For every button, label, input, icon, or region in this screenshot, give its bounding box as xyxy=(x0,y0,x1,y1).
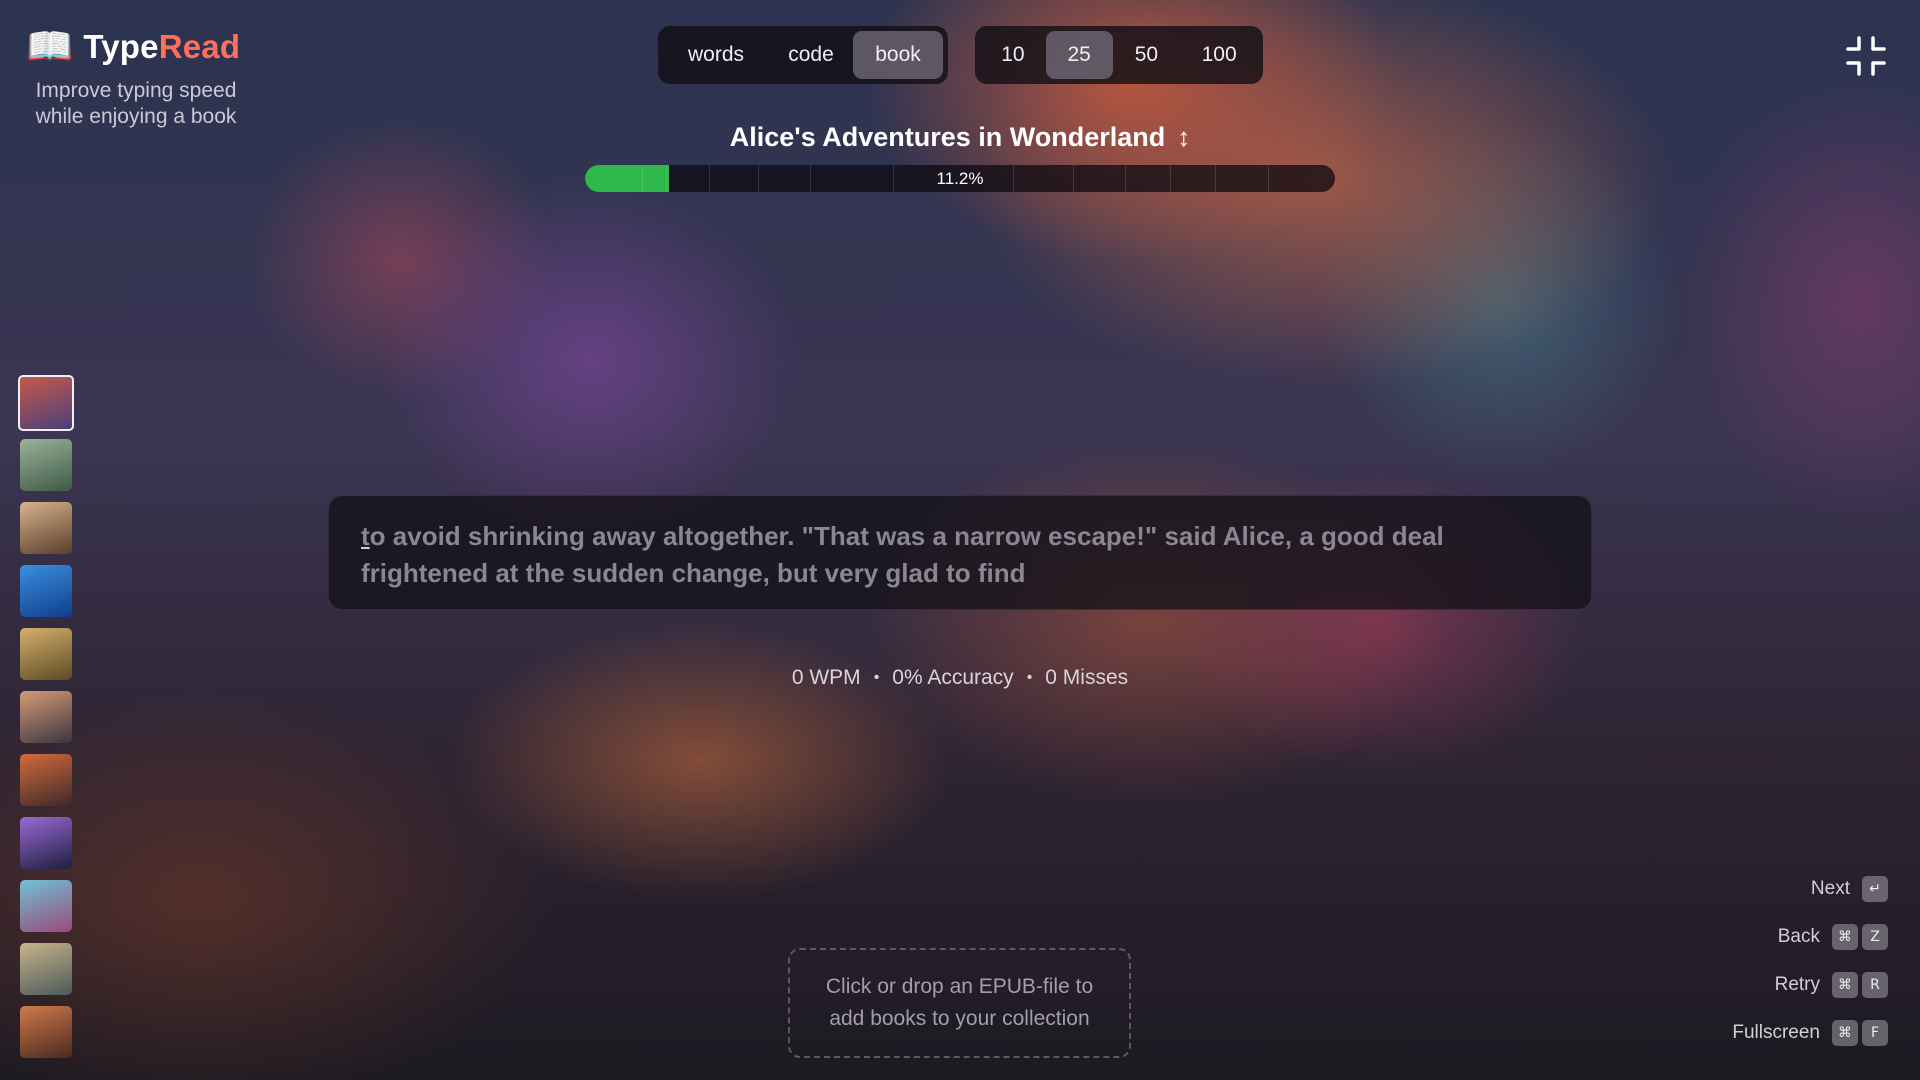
keyboard-shortcuts: Next ↵ Back ⌘ Z Retry ⌘ R Fullscreen ⌘ F xyxy=(1732,876,1888,1068)
shortcut-label: Next xyxy=(1810,878,1850,899)
background-thumbnail[interactable] xyxy=(20,565,72,617)
background-thumbnail[interactable] xyxy=(20,817,72,869)
up-down-arrow-icon[interactable]: ↕ xyxy=(1177,122,1190,153)
app-name-type: Type xyxy=(83,28,159,65)
shortcut-label: Retry xyxy=(1774,974,1820,995)
separator-dot: • xyxy=(873,669,880,686)
count-25-button[interactable]: 25 xyxy=(1045,31,1113,79)
brand: 📖 TypeRead Improve typing speed while en… xyxy=(26,24,246,130)
wpm-stat: 0 WPM xyxy=(791,666,861,689)
typing-stats: 0 WPM • 0% Accuracy • 0 Misses xyxy=(0,666,1920,690)
count-10-button[interactable]: 10 xyxy=(980,31,1046,79)
command-key-icon: ⌘ xyxy=(1832,924,1858,950)
tagline: Improve typing speed while enjoying a bo… xyxy=(35,79,237,128)
exit-fullscreen-glyph xyxy=(1846,36,1886,76)
background-thumbnail[interactable] xyxy=(20,502,72,554)
background-thumbnail[interactable] xyxy=(20,754,72,806)
dropzone-line-2: add books to your collection xyxy=(829,1007,1090,1030)
mode-selector: words code book xyxy=(658,26,948,84)
shortcut-fullscreen[interactable]: Fullscreen ⌘ F xyxy=(1732,1020,1888,1046)
f-key: F xyxy=(1862,1020,1888,1046)
mode-code-button[interactable]: code xyxy=(769,31,853,79)
background-thumbnail[interactable] xyxy=(18,375,74,431)
count-50-button[interactable]: 50 xyxy=(1113,31,1181,79)
book-title-row[interactable]: Alice's Adventures in Wonderland ↕ xyxy=(585,118,1335,156)
remaining-text: o avoid shrinking away altogether. "That… xyxy=(361,521,1444,588)
exit-fullscreen-icon[interactable] xyxy=(1846,36,1886,76)
background-thumbnails xyxy=(18,375,74,1069)
shortcut-label: Back xyxy=(1777,926,1820,947)
brand-row: 📖 TypeRead xyxy=(26,24,246,70)
book-title[interactable]: Alice's Adventures in Wonderland xyxy=(730,122,1166,153)
background-thumbnail[interactable] xyxy=(20,691,72,743)
command-key-icon: ⌘ xyxy=(1832,972,1858,998)
progress-label: 11.2% xyxy=(936,169,984,188)
dropzone-text: Click or drop an EPUB-file to add books … xyxy=(826,971,1093,1035)
mode-book-button[interactable]: book xyxy=(853,31,943,79)
typing-area[interactable]: to avoid shrinking away altogether. "Tha… xyxy=(328,495,1592,610)
z-key: Z xyxy=(1862,924,1888,950)
app-name-read: Read xyxy=(158,28,241,65)
count-selector: 10 25 50 100 xyxy=(975,26,1263,84)
app-name: TypeRead xyxy=(83,28,240,66)
book-progress-bar[interactable]: 11.2% xyxy=(585,165,1335,192)
background-thumbnail[interactable] xyxy=(20,880,72,932)
count-100-button[interactable]: 100 xyxy=(1180,31,1258,79)
shortcut-back[interactable]: Back ⌘ Z xyxy=(1732,924,1888,950)
shortcut-retry[interactable]: Retry ⌘ R xyxy=(1732,972,1888,998)
background-thumbnail[interactable] xyxy=(20,1006,72,1058)
shortcut-label: Fullscreen xyxy=(1732,1022,1820,1043)
background-thumbnail[interactable] xyxy=(20,943,72,995)
enter-key-icon: ↵ xyxy=(1862,876,1888,902)
current-character: t xyxy=(361,521,370,551)
open-book-icon: 📖 xyxy=(26,26,74,68)
misses-stat: 0 Misses xyxy=(1045,666,1129,689)
command-key-icon: ⌘ xyxy=(1832,1020,1858,1046)
separator-dot: • xyxy=(1026,669,1033,686)
dropzone-line-1: Click or drop an EPUB-file to xyxy=(825,975,1094,998)
shortcut-next[interactable]: Next ↵ xyxy=(1732,876,1888,902)
epub-dropzone[interactable]: Click or drop an EPUB-file to add books … xyxy=(788,948,1131,1058)
background-thumbnail[interactable] xyxy=(20,439,72,491)
mode-words-button[interactable]: words xyxy=(663,31,769,79)
r-key: R xyxy=(1862,972,1888,998)
passage-text[interactable]: to avoid shrinking away altogether. "Tha… xyxy=(361,518,1559,592)
accuracy-stat: 0% Accuracy xyxy=(892,666,1014,689)
